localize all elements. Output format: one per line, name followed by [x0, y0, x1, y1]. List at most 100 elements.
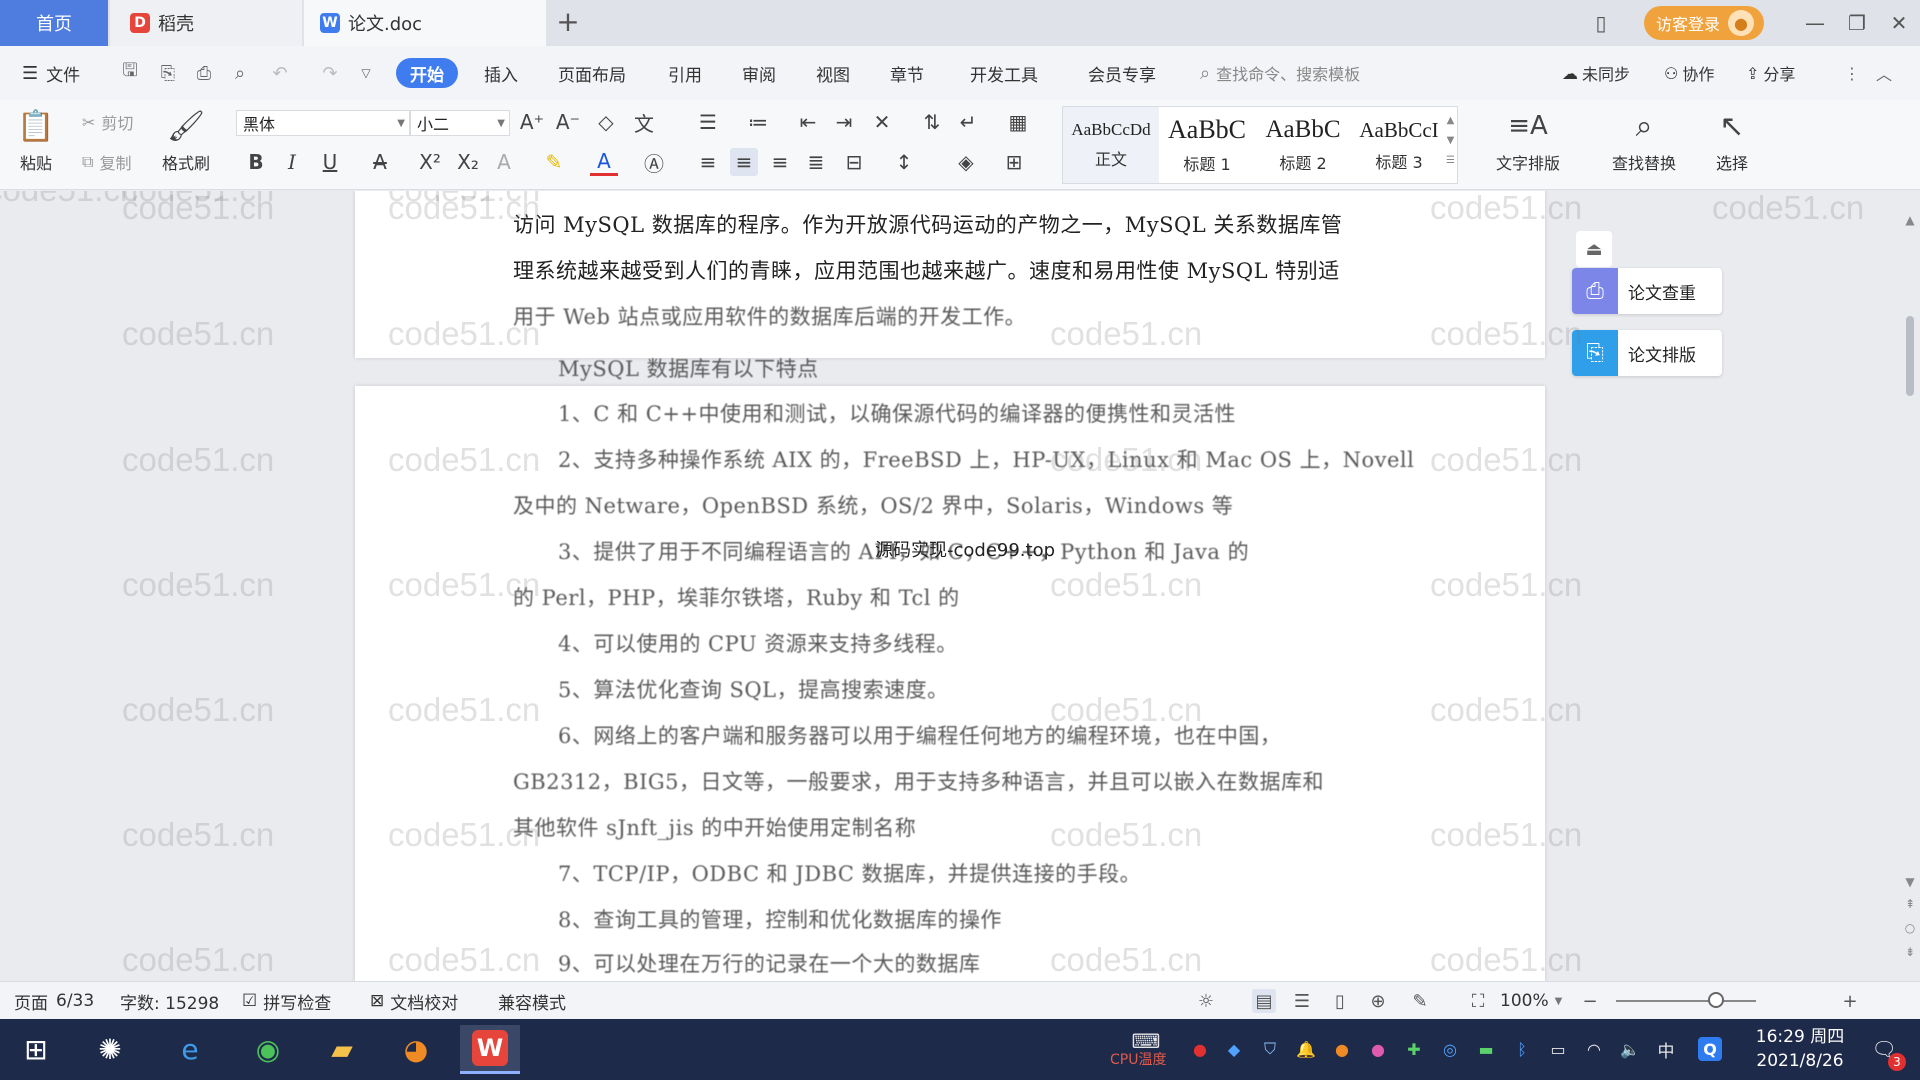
- font-color-icon[interactable]: A: [590, 148, 618, 176]
- gallery-scroll-icon[interactable]: ▲ ▼ ☰: [1446, 111, 1455, 171]
- copy-button[interactable]: ⧉ 复制: [82, 148, 131, 176]
- minimize-button[interactable]: —: [1794, 0, 1836, 46]
- wps-office-icon[interactable]: W: [460, 1025, 520, 1074]
- cloud-sync-icon[interactable]: ◎: [1438, 1037, 1462, 1061]
- justify-icon[interactable]: ≣: [802, 148, 830, 176]
- wifi-icon[interactable]: ◠: [1582, 1037, 1606, 1061]
- style-normal[interactable]: AaBbCcDd 正文: [1063, 107, 1159, 183]
- menu-page-layout[interactable]: 页面布局: [558, 58, 626, 88]
- align-center-icon[interactable]: ≡: [730, 148, 758, 176]
- document-area[interactable]: 访问 MySQL 数据库的程序。作为开放源代码运动的产物之一，MySQL 关系数…: [0, 191, 1900, 981]
- bluetooth-icon[interactable]: ᛒ: [1510, 1037, 1534, 1061]
- write-mode-icon[interactable]: ✎: [1408, 989, 1432, 1013]
- security-icon[interactable]: ●: [1188, 1037, 1212, 1061]
- align-right-icon[interactable]: ≡: [766, 148, 794, 176]
- quick-access-dropdown-icon[interactable]: ▽: [354, 60, 378, 86]
- redo-icon[interactable]: ↷: [318, 60, 342, 86]
- page-indicator[interactable]: 页面 6/33: [14, 982, 94, 1020]
- paper-check-button[interactable]: ⎙ 论文查重: [1572, 268, 1722, 314]
- tab-document[interactable]: W 论文.doc: [304, 0, 546, 46]
- more-options-icon[interactable]: ⋮: [1844, 58, 1860, 88]
- shading-icon[interactable]: ◈: [952, 148, 980, 176]
- file-explorer-icon[interactable]: ▰: [312, 1025, 372, 1074]
- menu-references[interactable]: 引用: [668, 58, 702, 88]
- strikethrough-icon[interactable]: A: [366, 148, 394, 176]
- style-heading-1[interactable]: AaBbC 标题 1: [1159, 107, 1255, 183]
- qq-icon[interactable]: ●: [1330, 1037, 1354, 1061]
- zoom-out-icon[interactable]: −: [1578, 989, 1602, 1013]
- decrease-font-icon[interactable]: A⁻: [554, 108, 582, 136]
- clear-format-icon[interactable]: ◇: [592, 108, 620, 136]
- text-effect-icon[interactable]: A: [490, 148, 518, 176]
- plus-app-icon[interactable]: ✚: [1402, 1037, 1426, 1061]
- show-marks-icon[interactable]: ↵: [954, 108, 982, 136]
- spell-check-button[interactable]: ☑ 拼写检查: [242, 982, 331, 1020]
- select-browse-icon[interactable]: ○: [1902, 921, 1918, 935]
- subscript-icon[interactable]: X₂: [454, 148, 482, 176]
- search-app-icon[interactable]: Q: [1698, 1037, 1722, 1061]
- align-left-icon[interactable]: ≡: [694, 148, 722, 176]
- sort-icon[interactable]: ⇅: [918, 108, 946, 136]
- numbered-list-icon[interactable]: ≔: [744, 108, 772, 136]
- layout-toggle-icon[interactable]: ▯: [1580, 0, 1622, 46]
- italic-icon[interactable]: I: [278, 148, 306, 176]
- style-heading-3[interactable]: AaBbCcI 标题 3: [1351, 107, 1447, 183]
- highlight-icon[interactable]: ✎: [540, 148, 568, 176]
- text-layout-button[interactable]: ≡A 文字排版: [1496, 106, 1560, 174]
- tab-home[interactable]: 首页: [0, 0, 108, 46]
- decrease-indent-icon[interactable]: ⇤: [794, 108, 822, 136]
- reading-view-icon[interactable]: ▯: [1328, 989, 1352, 1013]
- restore-button[interactable]: ❐: [1836, 0, 1878, 46]
- document-page[interactable]: 访问 MySQL 数据库的程序。作为开放源代码运动的产物之一，MySQL 关系数…: [355, 191, 1545, 358]
- browser-360-icon[interactable]: ◉: [238, 1025, 298, 1074]
- volume-icon[interactable]: 🔈: [1618, 1037, 1642, 1061]
- prev-page-icon[interactable]: ⇞: [1902, 897, 1918, 911]
- format-painter-button[interactable]: 🖌 格式刷: [162, 106, 210, 174]
- export-pdf-icon[interactable]: ⎘: [156, 60, 180, 86]
- select-button[interactable]: ↖ 选择: [1712, 106, 1752, 174]
- line-spacing-icon[interactable]: ↕: [890, 148, 918, 176]
- scroll-down-icon[interactable]: ▼: [1902, 875, 1918, 889]
- scroll-up-icon[interactable]: ▲: [1902, 213, 1918, 227]
- vertical-scrollbar[interactable]: ▲ ▼ ⇞ ○ ⇟: [1900, 191, 1920, 981]
- document-page[interactable]: 1、C 和 C++中使用和测试，以确保源代码的编译器的便携性和灵活性 2、支持多…: [355, 386, 1545, 981]
- undo-icon[interactable]: ↶: [268, 60, 292, 86]
- menu-review[interactable]: 审阅: [742, 58, 776, 88]
- font-name-select[interactable]: 黑体 ▼: [236, 110, 410, 136]
- menu-developer[interactable]: 开发工具: [970, 58, 1038, 88]
- word-count[interactable]: 字数: 15298: [120, 982, 219, 1020]
- bullet-list-icon[interactable]: ☰: [694, 108, 722, 136]
- share-button[interactable]: ⇪ 分享: [1746, 58, 1795, 88]
- next-page-icon[interactable]: ⇟: [1902, 945, 1918, 959]
- char-border-icon[interactable]: Ⓐ: [640, 148, 668, 176]
- save-icon[interactable]: 🖫: [118, 60, 142, 86]
- tab-docer[interactable]: D 稻壳: [110, 0, 302, 46]
- underline-icon[interactable]: U: [316, 148, 344, 176]
- phonetic-guide-icon[interactable]: 文: [630, 108, 658, 136]
- page-view-icon[interactable]: ▤: [1252, 989, 1276, 1013]
- paper-layout-button[interactable]: ⎘ 论文排版: [1572, 330, 1722, 376]
- zoom-in-icon[interactable]: +: [1838, 989, 1862, 1013]
- sync-status-button[interactable]: ☁ 未同步: [1562, 58, 1630, 88]
- ime-indicator[interactable]: 中: [1654, 1037, 1678, 1062]
- fit-page-icon[interactable]: ⛶: [1466, 989, 1490, 1013]
- collapse-panel-icon[interactable]: ⏏: [1576, 231, 1612, 267]
- tray-app-icon[interactable]: ●: [1366, 1037, 1390, 1061]
- zoom-slider[interactable]: [1616, 1000, 1756, 1002]
- shield-icon[interactable]: ⛉: [1258, 1037, 1282, 1061]
- paste-button[interactable]: 📋 粘贴: [16, 106, 56, 174]
- menu-start[interactable]: 开始: [396, 58, 458, 88]
- outline-view-icon[interactable]: ☰: [1290, 989, 1314, 1013]
- eye-protection-icon[interactable]: ☼: [1194, 989, 1218, 1013]
- style-heading-2[interactable]: AaBbC 标题 2: [1255, 107, 1351, 183]
- command-search[interactable]: ⌕ 查找命令、搜索模板: [1200, 58, 1360, 88]
- keyboard-icon[interactable]: ⌨: [1132, 1029, 1161, 1053]
- zoom-level[interactable]: 100% ▼: [1500, 982, 1562, 1020]
- distribute-icon[interactable]: ⊟: [840, 148, 868, 176]
- web-view-icon[interactable]: ⊕: [1366, 989, 1390, 1013]
- system-clock[interactable]: 16:29 周四 2021/8/26: [1744, 1025, 1856, 1073]
- pinwheel-app-icon[interactable]: ✺: [80, 1025, 140, 1074]
- menu-insert[interactable]: 插入: [484, 58, 518, 88]
- media-player-icon[interactable]: ◕: [386, 1025, 446, 1074]
- menu-view[interactable]: 视图: [816, 58, 850, 88]
